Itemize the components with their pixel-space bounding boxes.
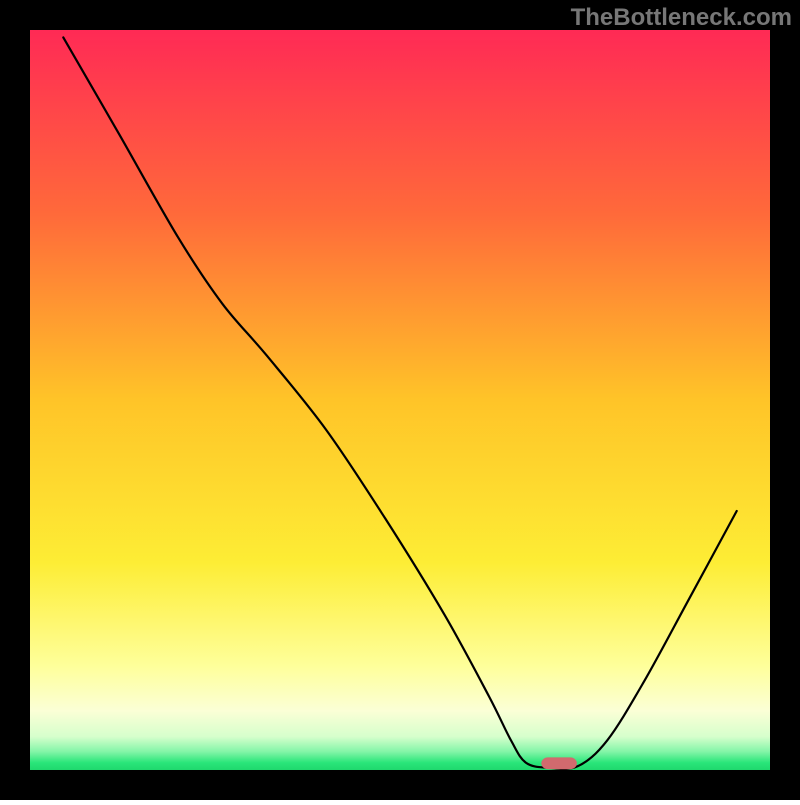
bottleneck-chart: TheBottleneck.com bbox=[0, 0, 800, 800]
optimum-marker bbox=[541, 757, 577, 769]
chart-svg bbox=[0, 0, 800, 800]
watermark-label: TheBottleneck.com bbox=[571, 4, 792, 32]
